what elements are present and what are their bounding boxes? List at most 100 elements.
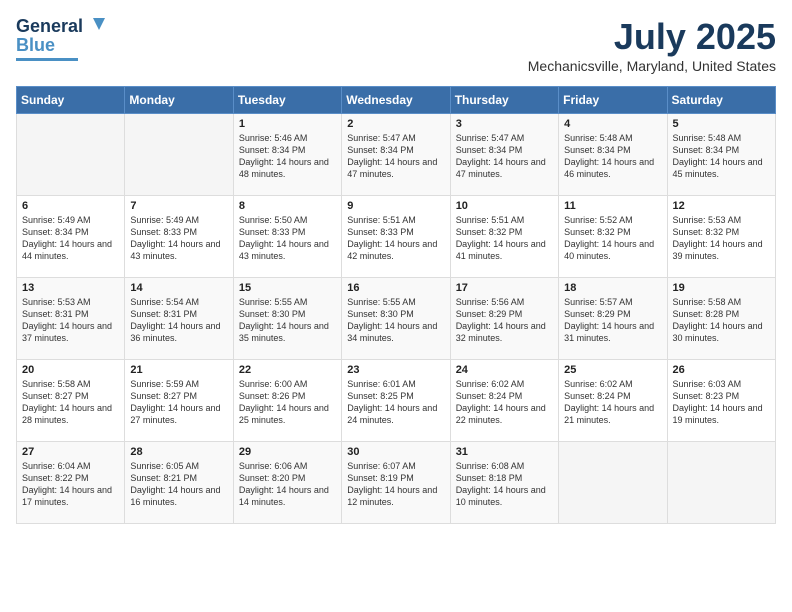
day-info: Sunrise: 6:01 AM Sunset: 8:25 PM Dayligh… <box>347 378 444 427</box>
main-title: July 2025 <box>528 16 776 58</box>
day-number: 5 <box>673 118 770 130</box>
day-number: 30 <box>347 446 444 458</box>
day-info: Sunrise: 5:57 AM Sunset: 8:29 PM Dayligh… <box>564 296 661 345</box>
day-number: 27 <box>22 446 119 458</box>
day-info: Sunrise: 6:02 AM Sunset: 8:24 PM Dayligh… <box>564 378 661 427</box>
day-number: 14 <box>130 282 227 294</box>
calendar-table: SundayMondayTuesdayWednesdayThursdayFrid… <box>16 86 776 524</box>
day-info: Sunrise: 6:08 AM Sunset: 8:18 PM Dayligh… <box>456 460 553 509</box>
day-info: Sunrise: 5:58 AM Sunset: 8:27 PM Dayligh… <box>22 378 119 427</box>
day-number: 8 <box>239 200 336 212</box>
day-number: 23 <box>347 364 444 376</box>
day-info: Sunrise: 6:05 AM Sunset: 8:21 PM Dayligh… <box>130 460 227 509</box>
page-header: General Blue July 2025 Mechanicsville, M… <box>16 16 776 74</box>
day-number: 3 <box>456 118 553 130</box>
calendar-day-cell: 15 Sunrise: 5:55 AM Sunset: 8:30 PM Dayli… <box>233 278 341 360</box>
calendar-day-cell: 8Sunrise: 5:50 AM Sunset: 8:33 PM Daylig… <box>233 196 341 278</box>
day-of-week-header: Thursday <box>450 87 558 114</box>
day-number: 2 <box>347 118 444 130</box>
calendar-day-cell: 3 Sunrise: 5:47 AM Sunset: 8:34 PM Daylig… <box>450 114 558 196</box>
day-number: 6 <box>22 200 119 212</box>
day-info: Sunrise: 6:04 AM Sunset: 8:22 PM Dayligh… <box>22 460 119 509</box>
calendar-day-cell: 19Sunrise: 5:58 AM Sunset: 8:28 PM Dayli… <box>667 278 775 360</box>
calendar-day-cell: 14Sunrise: 5:54 AM Sunset: 8:31 PM Dayli… <box>125 278 233 360</box>
calendar-day-cell: 13 Sunrise: 5:53 AM Sunset: 8:31 PM Dayli… <box>17 278 125 360</box>
day-number: 13 <box>22 282 119 294</box>
day-number: 22 <box>239 364 336 376</box>
calendar-day-cell: 1Sunrise: 5:46 AM Sunset: 8:34 PM Daylig… <box>233 114 341 196</box>
day-info: Sunrise: 5:47 AM Sunset: 8:34 PM Dayligh… <box>456 132 553 181</box>
day-info: Sunrise: 6:02 AM Sunset: 8:24 PM Dayligh… <box>456 378 553 427</box>
subtitle: Mechanicsville, Maryland, United States <box>528 58 776 74</box>
calendar-week-row: 13 Sunrise: 5:53 AM Sunset: 8:31 PM Dayli… <box>17 278 776 360</box>
calendar-day-cell: 17Sunrise: 5:56 AM Sunset: 8:29 PM Dayli… <box>450 278 558 360</box>
calendar-day-cell: 23 Sunrise: 6:01 AM Sunset: 8:25 PM Dayli… <box>342 360 450 442</box>
calendar-week-row: 20 Sunrise: 5:58 AM Sunset: 8:27 PM Dayli… <box>17 360 776 442</box>
calendar-day-cell: 7 Sunrise: 5:49 AM Sunset: 8:33 PM Daylig… <box>125 196 233 278</box>
calendar-day-cell: 2 Sunrise: 5:47 AM Sunset: 8:34 PM Daylig… <box>342 114 450 196</box>
day-of-week-header: Friday <box>559 87 667 114</box>
day-number: 20 <box>22 364 119 376</box>
day-info: Sunrise: 6:00 AM Sunset: 8:26 PM Dayligh… <box>239 378 336 427</box>
calendar-day-cell: 28 Sunrise: 6:05 AM Sunset: 8:21 PM Dayli… <box>125 442 233 524</box>
day-info: Sunrise: 5:46 AM Sunset: 8:34 PM Dayligh… <box>239 132 336 181</box>
day-info: Sunrise: 6:06 AM Sunset: 8:20 PM Dayligh… <box>239 460 336 509</box>
day-of-week-header: Monday <box>125 87 233 114</box>
calendar-day-cell: 6 Sunrise: 5:49 AM Sunset: 8:34 PM Daylig… <box>17 196 125 278</box>
calendar-empty-cell <box>17 114 125 196</box>
day-number: 7 <box>130 200 227 212</box>
calendar-day-cell: 10 Sunrise: 5:51 AM Sunset: 8:32 PM Dayli… <box>450 196 558 278</box>
day-info: Sunrise: 5:49 AM Sunset: 8:33 PM Dayligh… <box>130 214 227 263</box>
day-number: 24 <box>456 364 553 376</box>
calendar-empty-cell <box>125 114 233 196</box>
day-info: Sunrise: 6:03 AM Sunset: 8:23 PM Dayligh… <box>673 378 770 427</box>
day-info: Sunrise: 5:58 AM Sunset: 8:28 PM Dayligh… <box>673 296 770 345</box>
logo: General Blue <box>16 16 107 61</box>
day-info: Sunrise: 5:47 AM Sunset: 8:34 PM Dayligh… <box>347 132 444 181</box>
calendar-day-cell: 21 Sunrise: 5:59 AM Sunset: 8:27 PM Dayli… <box>125 360 233 442</box>
day-number: 26 <box>673 364 770 376</box>
calendar-day-cell: 16 Sunrise: 5:55 AM Sunset: 8:30 PM Dayli… <box>342 278 450 360</box>
day-info: Sunrise: 5:48 AM Sunset: 8:34 PM Dayligh… <box>673 132 770 181</box>
day-info: Sunrise: 5:56 AM Sunset: 8:29 PM Dayligh… <box>456 296 553 345</box>
day-info: Sunrise: 5:55 AM Sunset: 8:30 PM Dayligh… <box>239 296 336 345</box>
day-of-week-header: Tuesday <box>233 87 341 114</box>
day-of-week-header: Saturday <box>667 87 775 114</box>
day-number: 11 <box>564 200 661 212</box>
day-number: 10 <box>456 200 553 212</box>
day-number: 15 <box>239 282 336 294</box>
day-number: 16 <box>347 282 444 294</box>
day-number: 18 <box>564 282 661 294</box>
calendar-day-cell: 30 Sunrise: 6:07 AM Sunset: 8:19 PM Dayli… <box>342 442 450 524</box>
calendar-day-cell: 26 Sunrise: 6:03 AM Sunset: 8:23 PM Dayli… <box>667 360 775 442</box>
logo-general-text: General <box>16 16 83 37</box>
day-info: Sunrise: 5:53 AM Sunset: 8:31 PM Dayligh… <box>22 296 119 345</box>
calendar-week-row: 1Sunrise: 5:46 AM Sunset: 8:34 PM Daylig… <box>17 114 776 196</box>
calendar-day-cell: 24 Sunrise: 6:02 AM Sunset: 8:24 PM Dayli… <box>450 360 558 442</box>
calendar-day-cell: 12 Sunrise: 5:53 AM Sunset: 8:32 PM Dayli… <box>667 196 775 278</box>
title-section: July 2025 Mechanicsville, Maryland, Unit… <box>528 16 776 74</box>
logo-icon <box>85 14 107 36</box>
day-info: Sunrise: 5:48 AM Sunset: 8:34 PM Dayligh… <box>564 132 661 181</box>
day-number: 28 <box>130 446 227 458</box>
day-info: Sunrise: 5:53 AM Sunset: 8:32 PM Dayligh… <box>673 214 770 263</box>
calendar-day-cell: 29Sunrise: 6:06 AM Sunset: 8:20 PM Dayli… <box>233 442 341 524</box>
calendar-day-cell: 4Sunrise: 5:48 AM Sunset: 8:34 PM Daylig… <box>559 114 667 196</box>
calendar-day-cell: 18 Sunrise: 5:57 AM Sunset: 8:29 PM Dayli… <box>559 278 667 360</box>
day-info: Sunrise: 5:49 AM Sunset: 8:34 PM Dayligh… <box>22 214 119 263</box>
calendar-day-cell: 5 Sunrise: 5:48 AM Sunset: 8:34 PM Daylig… <box>667 114 775 196</box>
day-info: Sunrise: 5:52 AM Sunset: 8:32 PM Dayligh… <box>564 214 661 263</box>
day-info: Sunrise: 6:07 AM Sunset: 8:19 PM Dayligh… <box>347 460 444 509</box>
logo-underline <box>16 58 78 61</box>
day-of-week-header: Wednesday <box>342 87 450 114</box>
calendar-week-row: 27 Sunrise: 6:04 AM Sunset: 8:22 PM Dayli… <box>17 442 776 524</box>
day-number: 25 <box>564 364 661 376</box>
day-number: 12 <box>673 200 770 212</box>
day-info: Sunrise: 5:51 AM Sunset: 8:32 PM Dayligh… <box>456 214 553 263</box>
calendar-empty-cell <box>559 442 667 524</box>
day-info: Sunrise: 5:59 AM Sunset: 8:27 PM Dayligh… <box>130 378 227 427</box>
calendar-empty-cell <box>667 442 775 524</box>
day-number: 21 <box>130 364 227 376</box>
day-info: Sunrise: 5:55 AM Sunset: 8:30 PM Dayligh… <box>347 296 444 345</box>
logo-blue-text: Blue <box>16 35 55 56</box>
